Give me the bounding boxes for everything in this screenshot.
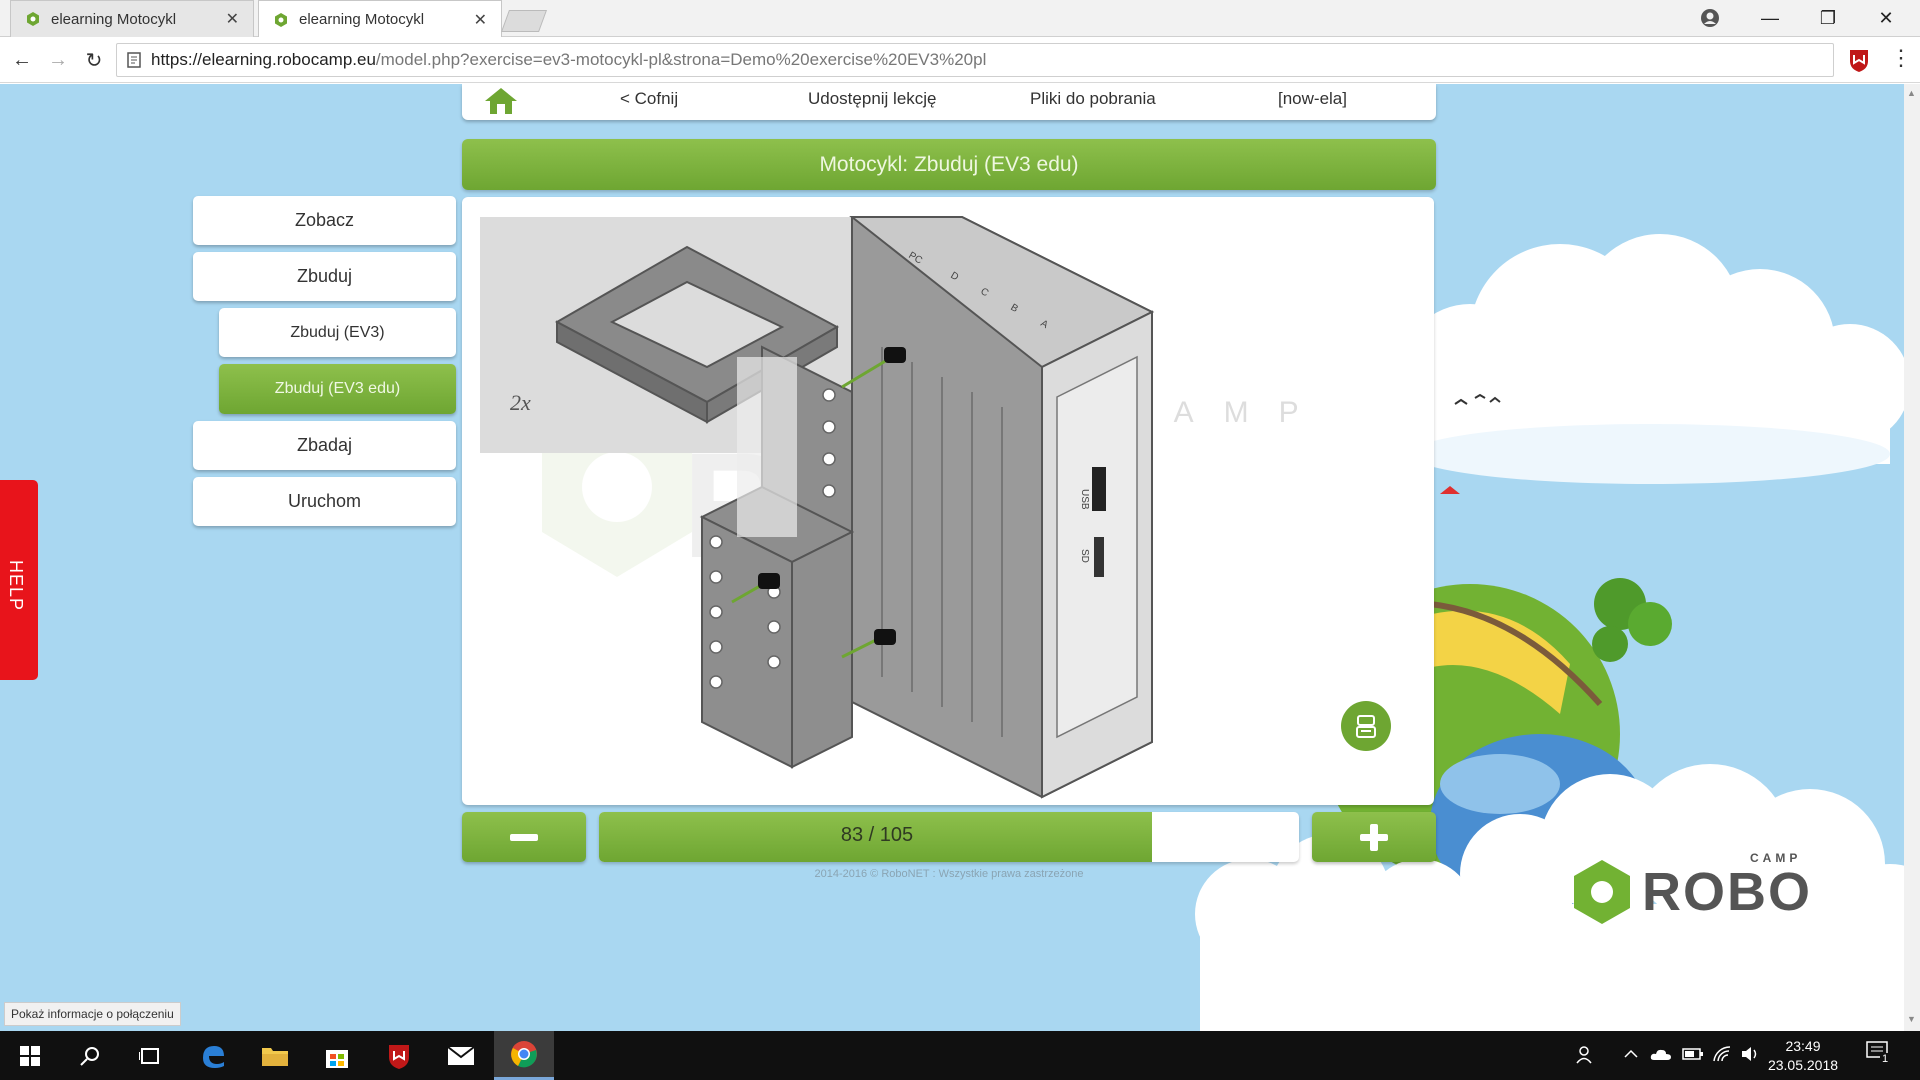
copyright-notice: 2014-2016 © RoboNET : Wszystkie prawa za… bbox=[814, 868, 1084, 880]
sidebar-item-zbuduj-ev3-edu[interactable]: Zbuduj (EV3 edu) bbox=[219, 364, 456, 414]
back-link[interactable]: < Cofnij bbox=[620, 84, 678, 120]
step-counter: 83 / 105 bbox=[840, 824, 914, 846]
previous-step-button[interactable] bbox=[462, 812, 586, 862]
close-window-button[interactable]: ✕ bbox=[1858, 0, 1914, 37]
plus-icon bbox=[1360, 824, 1388, 851]
view-3d-button[interactable] bbox=[1341, 701, 1391, 751]
profile-icon[interactable] bbox=[1700, 8, 1720, 28]
sidebar-item-uruchom[interactable]: Uruchom bbox=[193, 477, 456, 526]
robocamp-favicon-icon bbox=[27, 12, 39, 26]
robot-icon bbox=[1356, 715, 1376, 738]
quantity-label: 2x bbox=[510, 390, 531, 415]
forward-button[interactable]: → bbox=[44, 46, 72, 74]
clock-time: 23:49 bbox=[1785, 1038, 1821, 1054]
robocamp-favicon-icon bbox=[275, 12, 287, 27]
new-tab-button[interactable] bbox=[500, 10, 548, 32]
mcafee-button[interactable] bbox=[369, 1031, 429, 1080]
folder-icon bbox=[262, 1047, 288, 1066]
mail-icon bbox=[447, 1045, 475, 1065]
close-tab-icon[interactable]: ✕ bbox=[474, 10, 487, 30]
address-bar-row: ← → ↻ https://elearning.robocamp.eu/mode… bbox=[0, 37, 1920, 83]
cloud-shadow bbox=[1410, 424, 1890, 484]
mail-button[interactable] bbox=[431, 1031, 491, 1080]
clock-date: 23.05.2018 bbox=[1767, 1057, 1839, 1073]
side-label: USB bbox=[1079, 489, 1090, 510]
people-icon[interactable] bbox=[1576, 1045, 1596, 1065]
page-title: Motocykl: Zbuduj (EV3 edu) bbox=[462, 139, 1436, 190]
watermark-text: CAMP bbox=[1122, 396, 1329, 429]
browser-tab[interactable]: elearning Motocykl ✕ bbox=[10, 0, 254, 37]
page-scrollbar[interactable]: ▲ ▼ bbox=[1904, 84, 1920, 1031]
top-navigation: < Cofnij Udostępnij lekcję Pliki do pobr… bbox=[462, 84, 1436, 120]
url-host: https://elearning.robocamp.eu bbox=[151, 50, 376, 69]
restore-button[interactable]: ❐ bbox=[1800, 0, 1856, 37]
system-clock[interactable]: 23:49 23.05.2018 bbox=[1758, 1037, 1848, 1075]
status-tooltip: Pokaż informacje o połączeniu bbox=[4, 1002, 181, 1026]
reload-button[interactable]: ↻ bbox=[80, 46, 108, 74]
next-step-button[interactable] bbox=[1312, 812, 1436, 862]
notification-count: 1 bbox=[1880, 1053, 1891, 1065]
sidebar-item-zobacz[interactable]: Zobacz bbox=[193, 196, 456, 245]
battery-icon[interactable] bbox=[1682, 1047, 1704, 1061]
edge-browser-button[interactable] bbox=[183, 1031, 243, 1080]
logo-text: ROBO bbox=[1642, 862, 1812, 922]
help-label: HELP bbox=[6, 560, 26, 612]
store-icon bbox=[326, 1049, 348, 1068]
home-icon[interactable] bbox=[484, 86, 518, 116]
page-info-icon[interactable] bbox=[127, 52, 141, 68]
search-icon bbox=[80, 1046, 99, 1066]
sidebar-item-zbuduj-ev3[interactable]: Zbuduj (EV3) bbox=[219, 308, 456, 357]
windows-taskbar: 23:49 23.05.2018 1 bbox=[0, 1031, 1920, 1080]
scroll-down-icon[interactable]: ▼ bbox=[1907, 1014, 1917, 1024]
user-link[interactable]: [now-ela] bbox=[1278, 84, 1347, 120]
instruction-panel: ROBO CAMP 2x PC bbox=[462, 197, 1434, 805]
store-button[interactable] bbox=[307, 1031, 367, 1080]
search-button[interactable] bbox=[60, 1031, 120, 1080]
edge-icon bbox=[203, 1045, 224, 1068]
task-view-button[interactable] bbox=[120, 1031, 180, 1080]
wifi-icon[interactable] bbox=[1712, 1045, 1732, 1063]
tab-title: elearning Motocykl bbox=[299, 11, 425, 28]
mcafee-shield-icon bbox=[389, 1044, 409, 1069]
chrome-button[interactable] bbox=[494, 1031, 554, 1080]
action-center-button[interactable]: 1 bbox=[1866, 1041, 1896, 1069]
onedrive-icon[interactable] bbox=[1650, 1047, 1672, 1061]
mcafee-extension-icon[interactable] bbox=[1848, 47, 1870, 73]
browser-tab-strip: elearning Motocykl ✕ elearning Motocykl … bbox=[0, 0, 1920, 38]
browser-menu-icon[interactable]: ⋮ bbox=[1890, 45, 1912, 71]
start-button[interactable] bbox=[0, 1031, 60, 1080]
step-progress-bar: 83 / 105 bbox=[599, 812, 1299, 862]
side-label: SD bbox=[1079, 549, 1090, 563]
page-viewport: ROBO CAMP < Cofnij Udostępnij lekcję Pli… bbox=[0, 84, 1904, 1031]
help-tab[interactable]: HELP bbox=[0, 480, 38, 680]
minimize-button[interactable]: — bbox=[1742, 0, 1798, 37]
sidebar-item-zbuduj[interactable]: Zbuduj bbox=[193, 252, 456, 301]
back-button[interactable]: ← bbox=[8, 46, 36, 74]
ev3-brick: PC D C B A USB SD bbox=[849, 216, 1155, 799]
roof-icon bbox=[1440, 486, 1460, 494]
sidebar-item-zbadaj[interactable]: Zbadaj bbox=[193, 421, 456, 470]
url-path: /model.php?exercise=ev3-motocykl-pl&stro… bbox=[375, 50, 987, 69]
volume-icon[interactable] bbox=[1740, 1045, 1760, 1063]
share-lesson-link[interactable]: Udostępnij lekcję bbox=[808, 84, 937, 120]
tab-title: elearning Motocykl bbox=[51, 10, 177, 28]
close-tab-icon[interactable]: ✕ bbox=[226, 9, 239, 29]
url-field[interactable]: https://elearning.robocamp.eu/model.php?… bbox=[116, 43, 1834, 77]
file-explorer-button[interactable] bbox=[245, 1031, 305, 1080]
windows-logo-icon bbox=[20, 1045, 40, 1066]
chrome-icon bbox=[511, 1041, 537, 1068]
downloads-link[interactable]: Pliki do pobrania bbox=[1030, 84, 1156, 120]
logo-small-text: CAMP bbox=[1750, 851, 1801, 865]
browser-tab-active[interactable]: elearning Motocykl ✕ bbox=[258, 0, 502, 38]
build-step-image: ROBO CAMP 2x PC bbox=[480, 216, 1329, 799]
chevron-up-icon[interactable] bbox=[1624, 1049, 1638, 1059]
minus-icon bbox=[510, 834, 538, 841]
task-view-icon bbox=[139, 1047, 159, 1064]
scroll-up-icon[interactable]: ▲ bbox=[1907, 88, 1917, 98]
